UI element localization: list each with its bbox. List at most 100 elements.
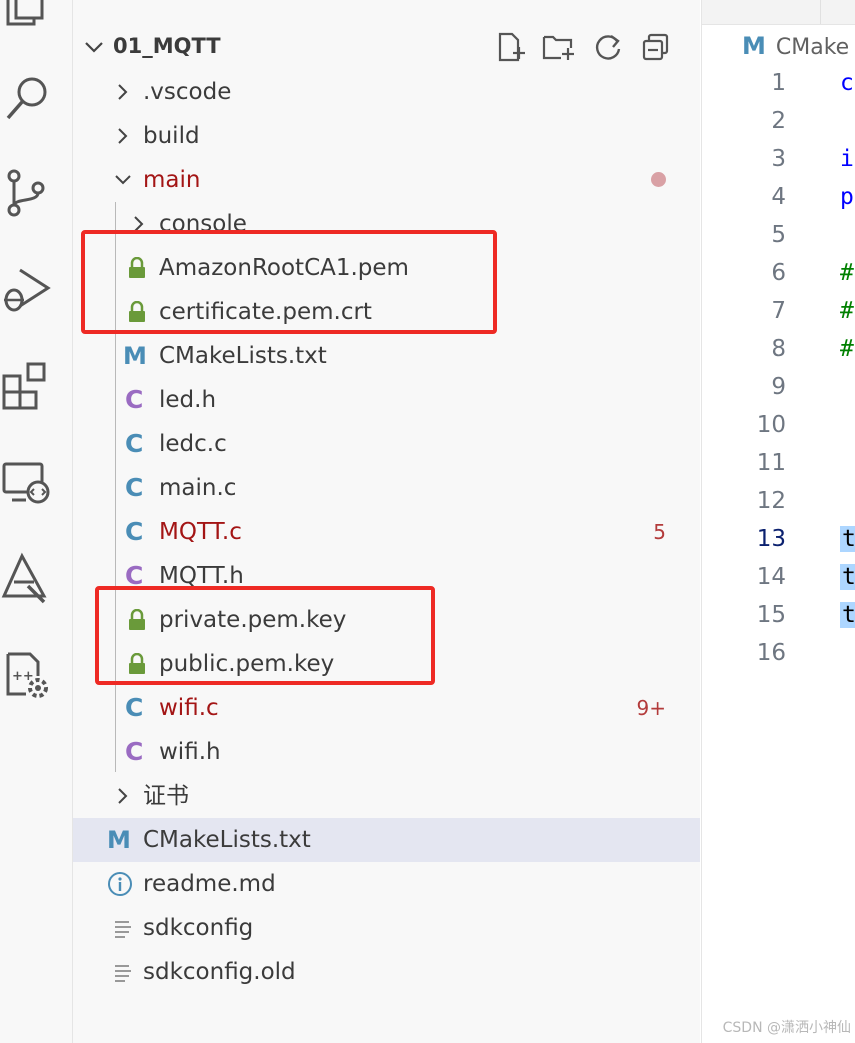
c-header-icon: C [125, 737, 144, 766]
c-file-icon: C [125, 693, 144, 722]
tree-item-label: main.c [159, 475, 237, 501]
line-number: 14 [756, 564, 786, 590]
tab-strip [702, 0, 855, 25]
source-control-icon[interactable] [0, 166, 56, 222]
line-number: 2 [771, 108, 786, 134]
tree-file[interactable]: M CMakeLists.txt [73, 818, 700, 862]
new-file-icon[interactable] [493, 30, 527, 64]
line-number: 4 [771, 184, 786, 210]
code-line[interactable]: i [840, 146, 854, 172]
tree-chevron [113, 70, 133, 114]
c-file-icon: C [125, 517, 144, 546]
activity-bar: ++ [0, 0, 73, 1043]
breadcrumb-label: CMake [775, 35, 850, 60]
line-number: 7 [771, 298, 786, 324]
run-debug-icon[interactable] [0, 262, 56, 318]
tree-file[interactable]: Cmain.c [73, 466, 700, 510]
code-line[interactable]: # [840, 260, 854, 286]
tree-chevron [113, 774, 133, 818]
cmake-tools-icon[interactable]: ++ [0, 648, 56, 704]
extensions-icon[interactable] [0, 360, 56, 416]
info-file-icon [107, 862, 133, 906]
line-number: 16 [756, 640, 786, 666]
modified-dot [651, 172, 666, 187]
problem-count-badge: 9+ [636, 696, 666, 720]
code-line[interactable]: t [840, 564, 855, 590]
search-icon[interactable] [0, 70, 56, 126]
text-file-icon [113, 906, 133, 950]
chevron-down-icon [85, 42, 103, 53]
c-file-icon: C [125, 473, 144, 502]
tree-file[interactable]: Cled.h [73, 378, 700, 422]
editor-area: MCMake 12345678910111213141516 crip###tt… [701, 0, 855, 1043]
code-line[interactable]: # [840, 336, 854, 362]
cmake-file-icon: M [742, 32, 766, 60]
folder-header[interactable]: 01_MQTT [73, 26, 700, 68]
tree-item-label: 证书 [143, 783, 189, 809]
remote-explorer-icon[interactable] [0, 456, 56, 512]
chevron-right-icon [118, 788, 128, 804]
watermark: CSDN @潇洒小神仙 [722, 1020, 851, 1036]
explorer-icon[interactable] [0, 0, 56, 40]
tree-item-label: sdkconfig.old [143, 959, 296, 985]
line-number: 8 [771, 336, 786, 362]
line-number: 6 [771, 260, 786, 286]
breadcrumb[interactable]: M CMake [742, 32, 849, 60]
line-number: 5 [771, 222, 786, 248]
text-file-icon [115, 965, 131, 982]
tree-file[interactable]: readme.md [73, 862, 700, 906]
refresh-icon[interactable] [591, 30, 625, 64]
tree-chevron [113, 158, 133, 202]
tree-item-label: .vscode [143, 79, 232, 105]
line-number: 1 [771, 70, 786, 96]
code-line[interactable]: # [840, 298, 854, 324]
tree-item-label: led.h [159, 387, 217, 413]
testing-icon[interactable] [0, 552, 56, 608]
line-number: 13 [756, 526, 786, 552]
tree-chevron [113, 114, 133, 158]
tree-item-label: sdkconfig [143, 915, 254, 941]
tree-folder[interactable]: .vscode [73, 70, 700, 114]
line-number: 9 [771, 374, 786, 400]
chevron-right-icon [118, 128, 128, 144]
chevron-down-icon [115, 175, 131, 185]
c-file-icon: C [125, 429, 144, 458]
cmake-file-icon: M [107, 826, 131, 854]
tree-file[interactable]: Cwifi.c 9+ [73, 686, 700, 730]
tree-file[interactable]: sdkconfig [73, 906, 700, 950]
tree-file[interactable]: M CMakeLists.txt [73, 334, 700, 378]
code-line[interactable]: p [840, 184, 854, 210]
tree-item-label: CMakeLists.txt [143, 827, 311, 853]
tree-file[interactable]: C MQTT.c 5 [73, 510, 700, 554]
collapse-all-icon[interactable] [639, 30, 673, 64]
line-number: 12 [756, 488, 786, 514]
highlight-box-certificates [81, 230, 497, 334]
line-number: 3 [771, 146, 786, 172]
tree-item-label: wifi.c [159, 695, 219, 721]
text-file-icon [113, 950, 133, 994]
folder-title: 01_MQTT [113, 34, 221, 58]
tree-item-label: main [143, 167, 201, 193]
tree-item-label: ledc.c [159, 431, 227, 457]
tree-item-label: build [143, 123, 200, 149]
tree-file[interactable]: Cwifi.h [73, 730, 700, 774]
tree-folder[interactable]: 证书 [73, 774, 700, 818]
tree-folder[interactable]: build [73, 114, 700, 158]
chevron-right-icon [118, 84, 128, 100]
tree-item-label: MQTT.c [159, 519, 242, 545]
tree-file[interactable]: sdkconfig.old [73, 950, 700, 994]
text-file-icon [115, 921, 131, 938]
tree-folder[interactable]: main [73, 158, 700, 202]
c-header-icon: C [125, 385, 144, 414]
line-number: 15 [756, 602, 786, 628]
new-folder-icon[interactable] [541, 30, 575, 64]
highlight-box-keys [95, 586, 435, 685]
code-line[interactable]: t [840, 602, 855, 628]
line-number: 11 [756, 450, 786, 476]
problem-count-badge: 5 [653, 520, 666, 544]
code-line[interactable]: t [840, 526, 855, 552]
info-icon [108, 872, 132, 896]
tree-file[interactable]: Cledc.c [73, 422, 700, 466]
code-line[interactable]: cr [840, 70, 855, 96]
tree-item-label: CMakeLists.txt [159, 343, 327, 369]
